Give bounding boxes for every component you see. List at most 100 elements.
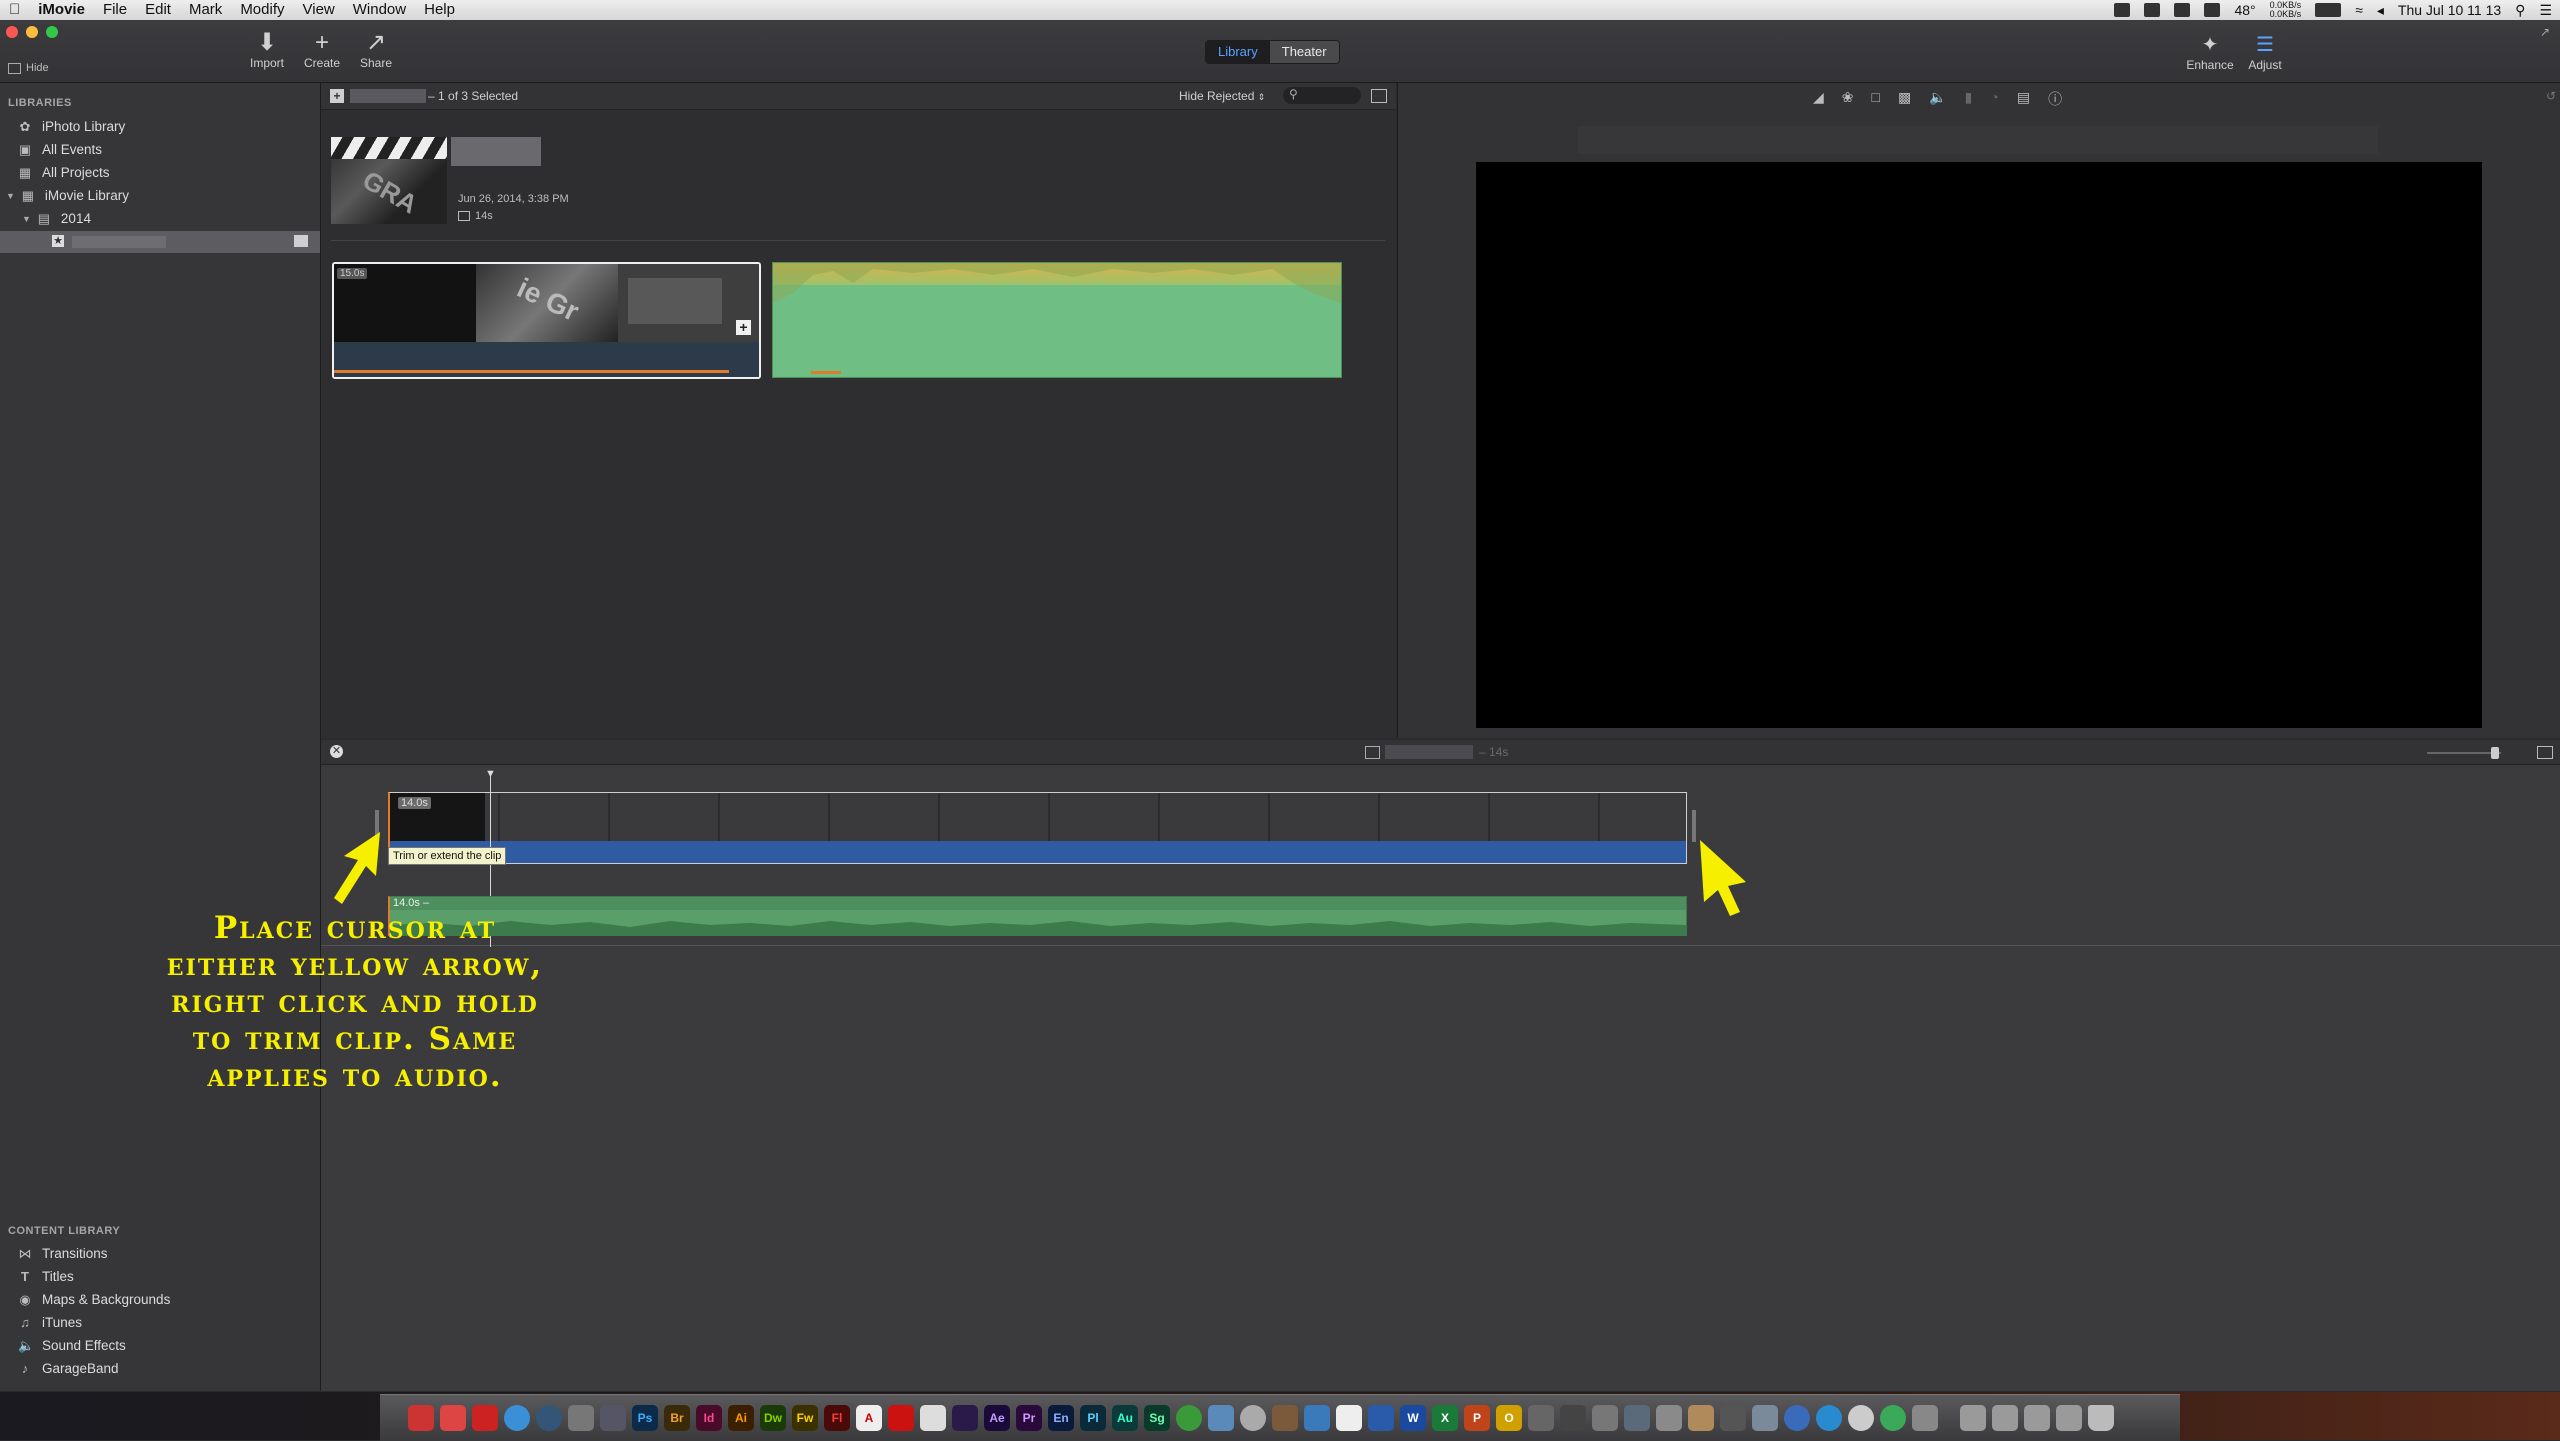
dock-app-icon[interactable] — [440, 1405, 466, 1431]
menu-view[interactable]: View — [294, 0, 344, 20]
dock-outlook-icon[interactable]: O — [1496, 1405, 1522, 1431]
status-menu-icon[interactable] — [2174, 3, 2191, 17]
close-project-icon[interactable]: ✕ — [330, 745, 343, 758]
dock-app-icon[interactable] — [600, 1405, 626, 1431]
menu-help[interactable]: Help — [415, 0, 464, 20]
dock-folder-icon[interactable] — [1992, 1405, 2018, 1431]
dock-app-icon[interactable] — [952, 1405, 978, 1431]
wifi-icon[interactable]: ≈ — [2355, 2, 2363, 18]
volume-tool-icon[interactable]: 🔈 — [1929, 89, 1946, 109]
clip-filter-icon[interactable]: ▤ — [2017, 89, 2030, 109]
add-to-project-icon[interactable]: + — [330, 89, 344, 103]
dock-app-icon[interactable] — [1784, 1405, 1810, 1431]
sidebar-item-maps-backgrounds[interactable]: ◉ Maps & Backgrounds — [18, 1288, 170, 1311]
import-button[interactable]: ⬇ Import — [237, 30, 297, 71]
dock-app-icon[interactable] — [1624, 1405, 1650, 1431]
dock-app-icon[interactable] — [1752, 1405, 1778, 1431]
menu-modify[interactable]: Modify — [231, 0, 293, 20]
spotlight-icon[interactable]: ⚲ — [2515, 2, 2525, 19]
sidebar-item-all-projects[interactable]: ▦ All Projects — [18, 161, 110, 184]
dock-app-store-icon[interactable] — [1816, 1405, 1842, 1431]
dock-app-icon[interactable] — [1592, 1405, 1618, 1431]
sidebar-item-imovie-library[interactable]: ▼ ▦ iMovie Library — [6, 184, 129, 207]
dock-dreamweaver-icon[interactable]: Dw — [760, 1405, 786, 1431]
dock-prelude-icon[interactable]: Pl — [1080, 1405, 1106, 1431]
noise-reduction-icon[interactable]: ▮ — [1965, 89, 1973, 109]
browser-audio-clip[interactable] — [772, 262, 1342, 378]
dock-mail-icon[interactable] — [472, 1405, 498, 1431]
clock[interactable]: Thu Jul 10 11 13 — [2398, 2, 2501, 18]
stabilization-icon[interactable]: ▩ — [1898, 89, 1911, 109]
dock-folder-icon[interactable] — [1960, 1405, 1986, 1431]
menu-imovie[interactable]: iMovie — [29, 0, 94, 20]
create-button[interactable]: + Create — [292, 30, 352, 71]
dock-safari-icon[interactable] — [504, 1405, 530, 1431]
dock-app-icon[interactable] — [1368, 1405, 1394, 1431]
sidebar-item-transitions[interactable]: ⋈ Transitions — [18, 1242, 108, 1265]
dock-app-icon[interactable] — [888, 1405, 914, 1431]
dock-app-icon[interactable] — [1688, 1405, 1714, 1431]
share-button[interactable]: ↗ Share — [346, 30, 406, 71]
disclosure-triangle-icon[interactable]: ▼ — [6, 191, 15, 201]
crop-icon[interactable]: □ — [1872, 89, 1880, 109]
close-window-button[interactable] — [6, 26, 18, 38]
tab-theater[interactable]: Theater — [1269, 41, 1339, 63]
hide-libraries-button[interactable]: Hide — [8, 62, 49, 74]
dock-app-icon[interactable] — [1528, 1405, 1554, 1431]
dock-photoshop-icon[interactable]: Ps — [632, 1405, 658, 1431]
color-balance-icon[interactable]: ◢ — [1813, 89, 1824, 109]
playhead-marker-icon[interactable]: ▼ — [485, 768, 496, 780]
disclosure-triangle-icon[interactable]: ▼ — [22, 214, 31, 224]
battery-icon[interactable] — [2315, 3, 2342, 17]
reset-icon[interactable]: ↺ — [2546, 89, 2556, 103]
dock-app-icon[interactable] — [1560, 1405, 1586, 1431]
menu-mark[interactable]: Mark — [180, 0, 231, 20]
dock-acrobat-icon[interactable]: A — [856, 1405, 882, 1431]
dock-illustrator-icon[interactable]: Ai — [728, 1405, 754, 1431]
dock-speedgrade-icon[interactable]: Sg — [1144, 1405, 1170, 1431]
dock-app-icon[interactable] — [568, 1405, 594, 1431]
dock-flash-icon[interactable]: Fl — [824, 1405, 850, 1431]
dock-app-icon[interactable] — [1176, 1405, 1202, 1431]
status-menu-icon[interactable] — [2144, 3, 2161, 17]
sidebar-item-2014[interactable]: ▼ ▤ 2014 — [22, 207, 91, 230]
dock-app-icon[interactable] — [920, 1405, 946, 1431]
sidebar-item-itunes[interactable]: ♫ iTunes — [18, 1311, 82, 1334]
network-meter[interactable]: 0.0KB/s 0.0KB/s — [2270, 1, 2302, 19]
dock-app-icon[interactable] — [1336, 1405, 1362, 1431]
zoom-slider-track[interactable] — [2427, 747, 2501, 759]
sidebar-item-selected-project[interactable]: ★ — [0, 231, 320, 253]
filter-popup[interactable]: Hide Rejected ⇕ — [1179, 89, 1265, 103]
dock-app-icon[interactable] — [1880, 1405, 1906, 1431]
zoom-slider-knob[interactable] — [2491, 747, 2499, 759]
info-icon[interactable]: ⓘ — [2048, 89, 2062, 109]
menu-edit[interactable]: Edit — [136, 0, 180, 20]
dock-app-icon[interactable] — [1720, 1405, 1746, 1431]
project-thumbnail[interactable]: GRA — [331, 137, 447, 224]
sidebar-item-titles[interactable]: T Titles — [18, 1265, 74, 1288]
timeline-settings-icon[interactable] — [2537, 746, 2553, 759]
minimize-window-button[interactable] — [26, 26, 38, 38]
dock-app-icon[interactable] — [1272, 1405, 1298, 1431]
dock-app-icon[interactable] — [536, 1405, 562, 1431]
dock-fireworks-icon[interactable]: Fw — [792, 1405, 818, 1431]
dock-trash-icon[interactable] — [2088, 1405, 2114, 1431]
dock-folder-icon[interactable] — [2024, 1405, 2050, 1431]
dock-app-icon[interactable] — [1656, 1405, 1682, 1431]
status-menu-icon[interactable] — [2114, 3, 2131, 17]
search-field[interactable]: ⚲ — [1283, 87, 1361, 104]
menu-file[interactable]: File — [94, 0, 136, 20]
dock-app-icon[interactable] — [1240, 1405, 1266, 1431]
project-settings-icon[interactable] — [1365, 746, 1380, 759]
dock-indesign-icon[interactable]: Id — [696, 1405, 722, 1431]
dock-excel-icon[interactable]: X — [1432, 1405, 1458, 1431]
dock-finder-icon[interactable] — [408, 1405, 434, 1431]
notification-center-icon[interactable]: ☰ — [2539, 2, 2552, 19]
project-title-field[interactable] — [451, 137, 541, 166]
dock-word-icon[interactable]: W — [1400, 1405, 1426, 1431]
fullscreen-icon[interactable]: ↗ — [2540, 25, 2550, 39]
add-clip-plus-icon[interactable]: + — [736, 320, 751, 335]
dock-app-icon[interactable] — [1912, 1405, 1938, 1431]
enhance-button[interactable]: ✦ Enhance — [2180, 32, 2240, 72]
status-menu-icon[interactable] — [2204, 3, 2221, 17]
